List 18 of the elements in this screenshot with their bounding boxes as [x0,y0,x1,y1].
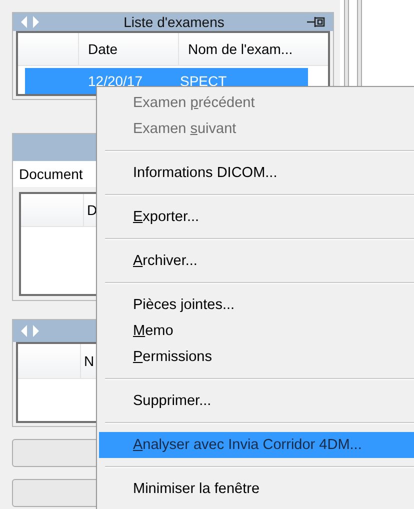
menu-item[interactable]: Exporter... [99,204,414,230]
column-header[interactable]: Date [78,33,178,65]
tab[interactable]: Document [19,166,83,182]
menu-item[interactable]: Permissions [99,344,414,370]
panel-title: Liste d'examens [122,14,226,30]
nav-arrows-icon[interactable] [19,15,41,29]
pin-icon[interactable] [307,16,327,28]
table-cell: SPECT [180,73,227,89]
menu-item[interactable]: Minimiser la fenêtre [99,476,414,502]
menu-item[interactable]: Supprimer... [99,388,414,414]
menu-item[interactable]: Pièces jointes... [99,292,414,318]
table-cell-text: 12/20/17 [88,73,144,89]
menu-item[interactable]: Informations DICOM... [99,160,414,186]
nav-arrows-icon[interactable] [19,324,41,338]
menu-item[interactable]: Analyser avec Invia Corridor 4DM... [99,432,414,458]
column-header[interactable]: Nom de l'exam... [178,33,298,65]
menu-item[interactable]: Archiver... [99,248,414,274]
menu-item[interactable]: Memo [99,318,414,344]
